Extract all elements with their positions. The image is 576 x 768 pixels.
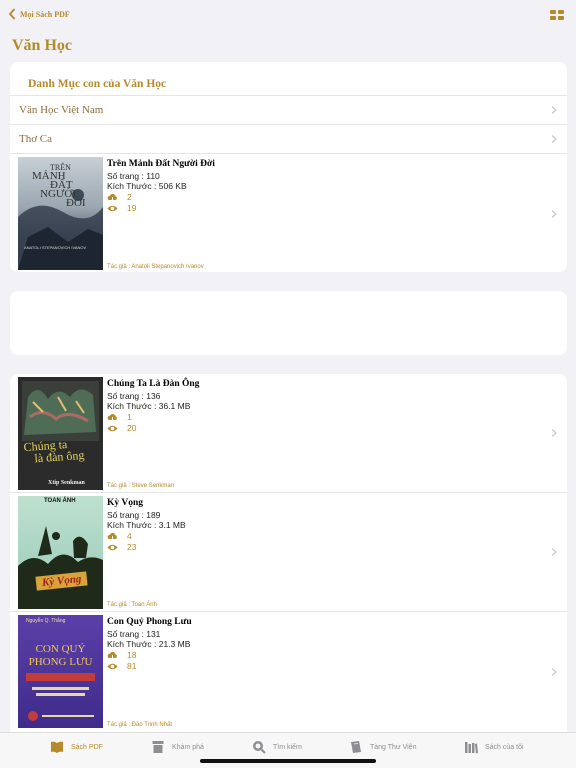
grid-view-icon[interactable] bbox=[550, 10, 564, 20]
book-item[interactable]: TRÊN MẢNH ĐẤT NGƯỜI ĐỜI ANATOLI STEPANOV… bbox=[10, 154, 567, 272]
book-title: Con Quỷ Phong Lưu bbox=[107, 617, 192, 627]
eye-icon bbox=[107, 205, 118, 211]
tab-tim-kiem[interactable]: Tìm kiếm bbox=[252, 740, 302, 754]
book-item[interactable]: Chúng ta là đàn ông Xtip Senkman Chúng T… bbox=[10, 374, 567, 493]
book-cover: TRÊN MẢNH ĐẤT NGƯỜI ĐỜI ANATOLI STEPANOV… bbox=[18, 157, 103, 270]
category-card: Danh Mục con của Văn Học Văn Học Việt Na… bbox=[10, 62, 567, 272]
book-cover: Chúng ta là đàn ông Xtip Senkman bbox=[18, 377, 103, 490]
archive-box-icon bbox=[152, 741, 164, 753]
book-info: Chúng Ta Là Đàn Ông Số trang : 136 Kích … bbox=[107, 379, 199, 434]
download-count: 18 bbox=[107, 650, 192, 661]
download-count: 4 bbox=[107, 531, 186, 542]
book-info: Con Quỷ Phong Lưu Số trang : 131 Kích Th… bbox=[107, 617, 192, 672]
book-list-card: Chúng ta là đàn ông Xtip Senkman Chúng T… bbox=[10, 374, 567, 732]
book-size: Kích Thước : 506 KB bbox=[107, 181, 187, 191]
book-author: Tác giả : Anatoli Stepanovich Ivanov bbox=[107, 264, 204, 270]
chevron-left-icon bbox=[8, 8, 16, 20]
cloud-download-icon bbox=[107, 532, 117, 541]
download-count: 2 bbox=[107, 192, 215, 203]
cloud-download-icon bbox=[107, 413, 117, 422]
back-label: Mọi Sách PDF bbox=[20, 9, 70, 19]
chevron-right-icon bbox=[551, 667, 557, 676]
library-icon bbox=[465, 742, 478, 754]
chevron-right-icon bbox=[551, 135, 557, 143]
book-info: Kỳ Vọng Số trang : 189 Kích Thước : 3.1 … bbox=[107, 498, 186, 553]
page-title: Văn Học bbox=[12, 37, 72, 54]
tab-sach-cua-toi[interactable]: Sách của tôi bbox=[464, 740, 524, 754]
subcategory-label: Thơ Ca bbox=[19, 133, 53, 145]
tab-kham-pha[interactable]: Khám phá bbox=[151, 740, 204, 754]
subcategory-item-van-hoc-viet-nam[interactable]: Văn Học Việt Nam bbox=[10, 96, 567, 125]
book-size: Kích Thước : 21.3 MB bbox=[107, 639, 191, 649]
view-count: 20 bbox=[107, 423, 199, 434]
tab-tang-thu-vien[interactable]: Tàng Thư Viện bbox=[349, 740, 416, 754]
book-size: Kích Thước : 3.1 MB bbox=[107, 520, 186, 530]
book-title: Trên Mảnh Đất Người Đời bbox=[107, 159, 215, 169]
bookshelf-icon bbox=[351, 741, 361, 753]
view-count: 81 bbox=[107, 661, 192, 672]
download-count: 1 bbox=[107, 412, 199, 423]
book-title: Kỳ Vọng bbox=[107, 498, 143, 508]
subcategory-label: Văn Học Việt Nam bbox=[19, 104, 104, 116]
book-open-icon bbox=[51, 741, 63, 753]
book-item[interactable]: TOAN ÁNH Kỳ Vọng Kỳ Vọng Số trang : 189 … bbox=[10, 493, 567, 612]
cloud-download-icon bbox=[107, 193, 117, 202]
search-icon bbox=[253, 741, 266, 754]
back-button[interactable]: Mọi Sách PDF bbox=[8, 8, 70, 20]
tab-sach-pdf[interactable]: Sách PDF bbox=[50, 740, 103, 754]
book-author: Tác giả : Đào Trinh Nhất bbox=[107, 722, 173, 728]
view-count: 19 bbox=[107, 203, 215, 214]
chevron-right-icon bbox=[551, 209, 557, 218]
eye-icon bbox=[107, 544, 118, 550]
book-author: Tác giả : Toan Ánh bbox=[107, 602, 157, 608]
subcategory-header: Danh Mục con của Văn Học bbox=[10, 62, 567, 96]
book-pages: Số trang : 110 bbox=[107, 170, 160, 181]
book-pages: Số trang : 136 bbox=[107, 390, 161, 401]
eye-icon bbox=[107, 663, 118, 669]
cloud-download-icon bbox=[107, 651, 117, 660]
book-title: Chúng Ta Là Đàn Ông bbox=[107, 379, 200, 389]
chevron-right-icon bbox=[551, 548, 557, 556]
empty-banner-card bbox=[10, 291, 567, 355]
book-item[interactable]: Nguyễn Q. Thắng CON QUỶ PHONG LƯU Con Qu… bbox=[10, 612, 567, 731]
eye-icon bbox=[107, 425, 118, 431]
home-indicator bbox=[200, 759, 376, 763]
chevron-right-icon bbox=[551, 106, 557, 114]
book-cover: Nguyễn Q. Thắng CON QUỶ PHONG LƯU bbox=[18, 615, 103, 728]
book-pages: Số trang : 189 bbox=[107, 509, 161, 520]
chevron-right-icon bbox=[551, 429, 557, 437]
view-count: 23 bbox=[107, 542, 186, 553]
book-cover: TOAN ÁNH Kỳ Vọng bbox=[18, 496, 103, 609]
book-pages: Số trang : 131 bbox=[107, 628, 161, 639]
book-size: Kích Thước : 36.1 MB bbox=[107, 401, 191, 411]
book-author: Tác giả : Steve Senkman bbox=[107, 483, 175, 489]
subcategory-item-tho-ca[interactable]: Thơ Ca bbox=[10, 125, 567, 154]
book-info: Trên Mảnh Đất Người Đời Số trang : 110 K… bbox=[107, 159, 215, 214]
top-nav-bar: Mọi Sách PDF bbox=[0, 0, 576, 32]
